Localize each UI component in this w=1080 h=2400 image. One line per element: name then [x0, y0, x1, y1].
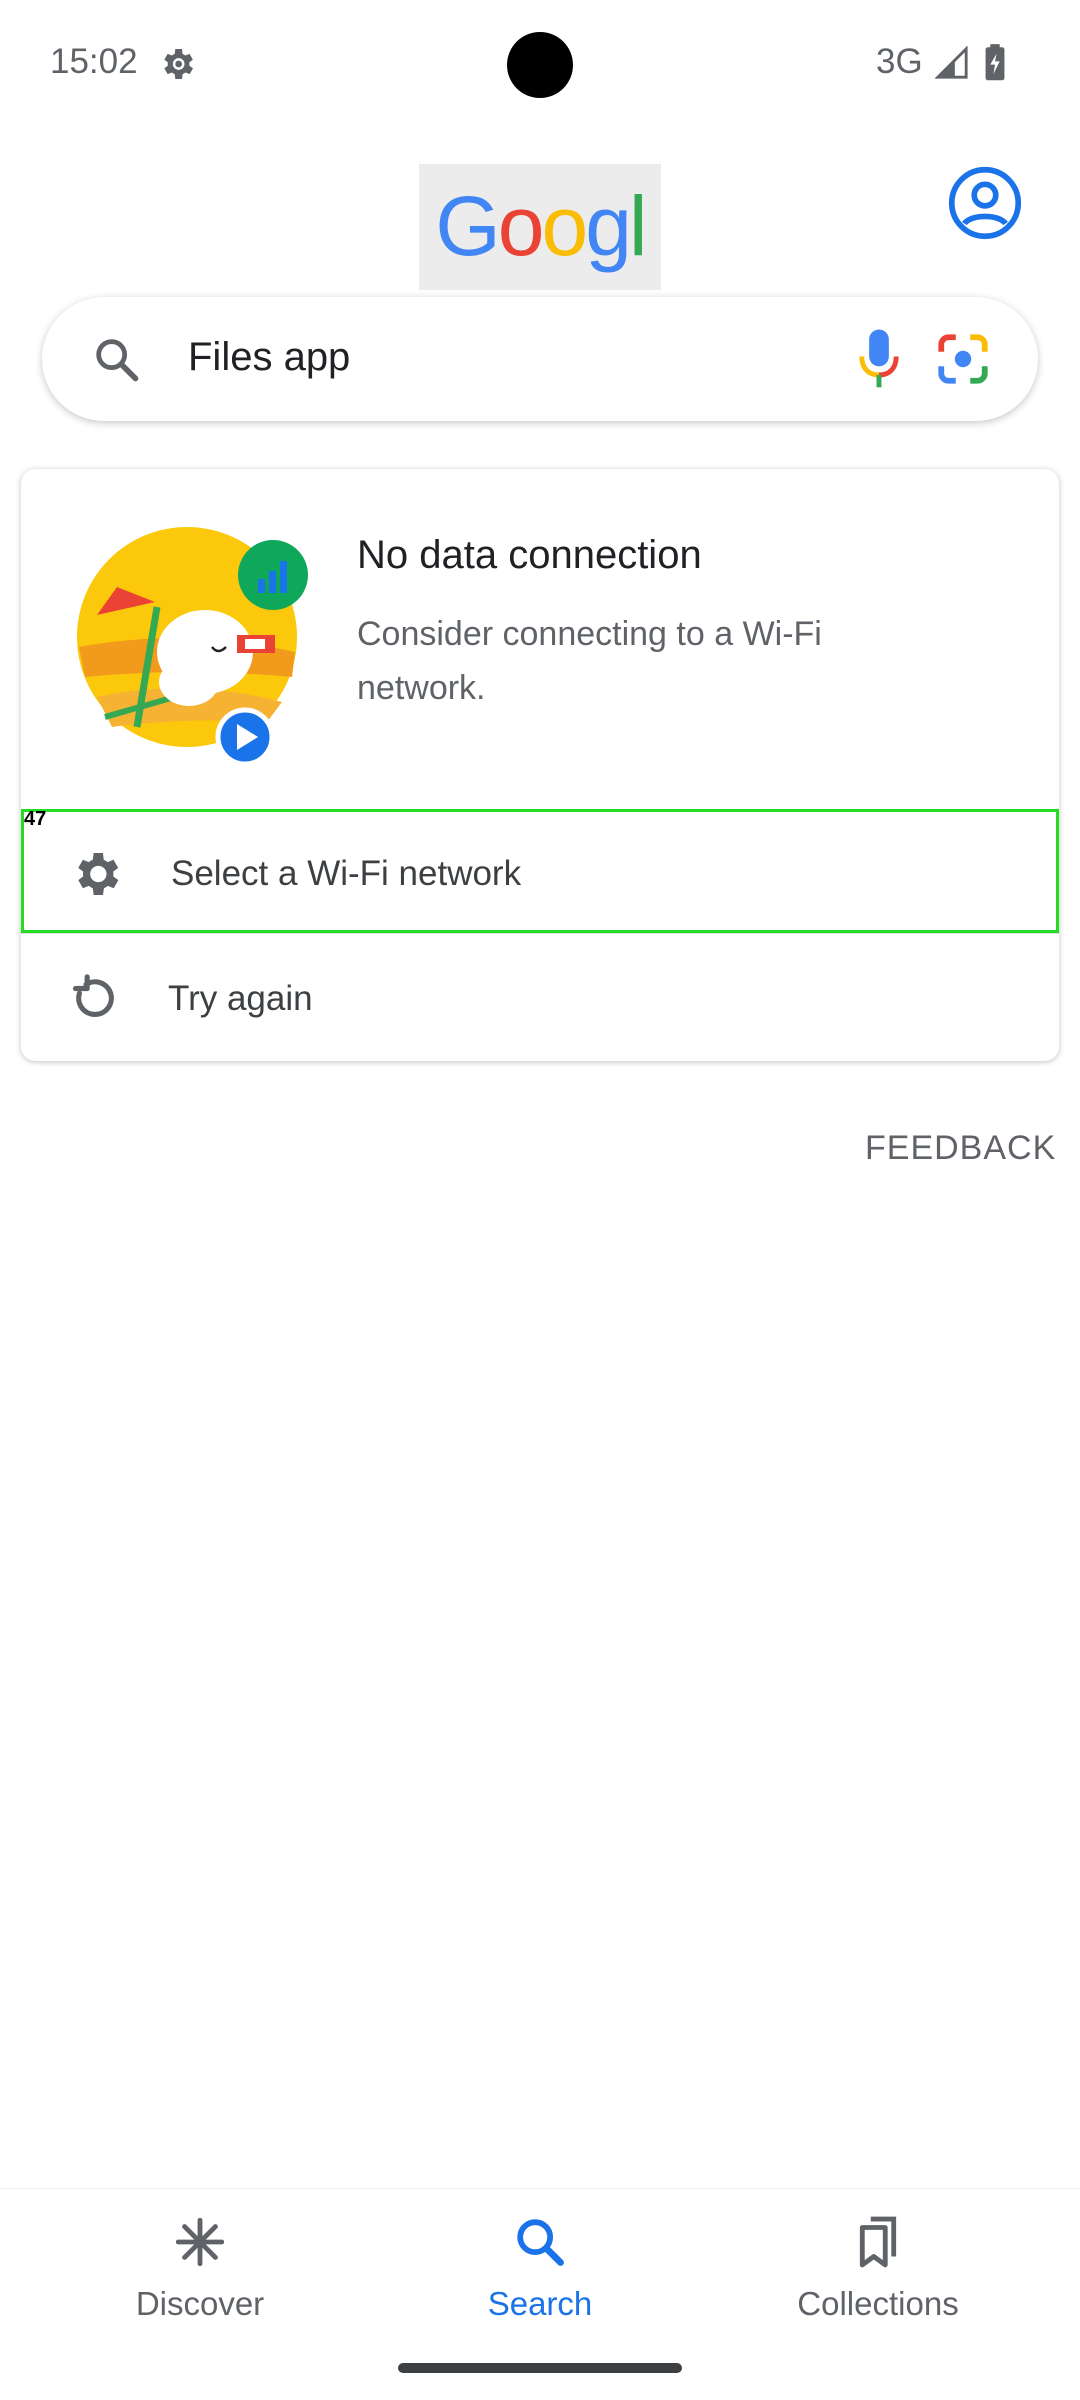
- home-indicator[interactable]: [398, 2363, 682, 2373]
- mic-icon[interactable]: [854, 327, 904, 391]
- settings-gear-icon: [164, 49, 193, 79]
- network-type: 3G: [876, 42, 923, 81]
- discover-asterisk-icon: [175, 2217, 225, 2267]
- status-bar: 15:02 3G: [0, 0, 1080, 130]
- annotation-label: 47: [24, 808, 47, 830]
- search-icon: [517, 2219, 564, 2266]
- nav-discover-label: Discover: [135, 2285, 265, 2322]
- search-bar[interactable]: Files app: [42, 297, 1038, 421]
- signal-icon: [935, 46, 968, 79]
- lens-icon[interactable]: [934, 330, 992, 388]
- collections-bookmark-icon: [859, 2216, 897, 2268]
- try-again-label: Try again: [168, 979, 313, 1018]
- card-divider: [21, 933, 1059, 934]
- card-title: No data connection: [357, 533, 702, 577]
- google-logo[interactable]: Google: [419, 164, 661, 370]
- nav-collections-label: Collections: [797, 2285, 959, 2322]
- refresh-icon: [72, 974, 114, 1017]
- feedback-button[interactable]: FEEDBACK: [865, 1129, 1056, 1168]
- camera-cutout: [507, 32, 573, 98]
- select-wifi-label: Select a Wi-Fi network: [171, 854, 522, 893]
- nav-search[interactable]: Search: [390, 2213, 690, 2343]
- status-time: 15:02: [50, 42, 138, 81]
- select-wifi-button[interactable]: 47 Select a Wi-Fi network: [21, 808, 1059, 933]
- try-again-button[interactable]: Try again: [21, 937, 1059, 1061]
- account-circle-icon[interactable]: [947, 165, 1023, 241]
- no-connection-illustration: [77, 527, 308, 767]
- nav-collections[interactable]: Collections: [728, 2213, 1028, 2343]
- search-icon: [96, 339, 139, 382]
- nav-discover[interactable]: Discover: [50, 2213, 350, 2343]
- settings-gear-icon: [78, 853, 119, 895]
- battery-charging-icon: [985, 44, 1005, 81]
- search-input[interactable]: Files app: [188, 335, 350, 380]
- no-connection-card: No data connection Consider connecting t…: [21, 469, 1059, 1061]
- nav-search-label: Search: [487, 2285, 593, 2322]
- card-body: Consider connecting to a Wi-Fi network.: [357, 615, 822, 707]
